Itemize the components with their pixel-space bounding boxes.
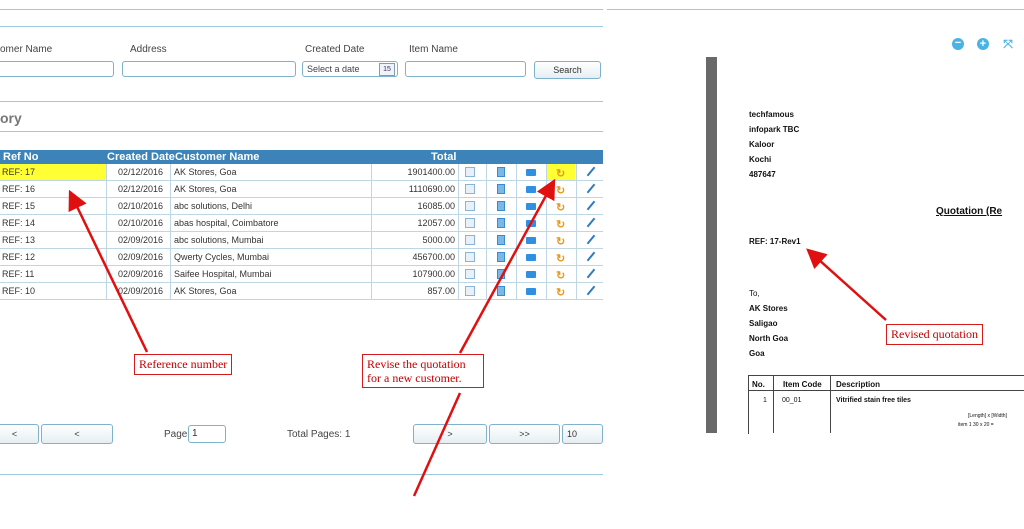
reference-number-note-text: Reference number: [139, 357, 228, 371]
item-dims-line1: [Length] x [Width]: [968, 413, 1007, 419]
item-no: 1: [763, 397, 767, 404]
zoom-out-icon[interactable]: −: [952, 38, 964, 50]
company-line: techfamous: [749, 110, 794, 119]
viewer-top-divider: [607, 9, 1024, 10]
items-col-sep2: [830, 375, 831, 433]
revised-quotation-note: Revised quotation: [886, 324, 983, 345]
company-line: 487647: [749, 170, 776, 179]
items-header-no: No.: [752, 380, 765, 389]
revise-arrow-top: [458, 178, 556, 354]
item-dims-line2: item 1 30 x 20 =: [958, 422, 994, 428]
items-header-line: [748, 390, 1024, 391]
items-header-desc: Description: [836, 380, 881, 389]
annotation-arrows: [68, 178, 556, 497]
doc-title: Quotation (Re: [936, 206, 1003, 217]
revise-quotation-note: Revise the quotation for a new customer.: [362, 354, 484, 388]
company-line: Kaloor: [749, 140, 775, 149]
item-desc: Vitrified stain free tiles: [836, 397, 911, 404]
zoom-in-icon[interactable]: +: [977, 38, 989, 50]
items-header-code: Item Code: [783, 380, 822, 389]
items-col-sep1: [773, 375, 774, 433]
company-line: Kochi: [749, 155, 772, 164]
revise-note-line2: for a new customer.: [367, 371, 462, 385]
reference-arrow: [68, 189, 149, 353]
reference-number-note: Reference number: [134, 354, 233, 375]
revised-quotation-note-text: Revised quotation: [891, 327, 978, 341]
revise-note-line1: Revise the quotation: [367, 357, 466, 371]
company-line: infopark TBC: [749, 125, 800, 134]
fit-page-icon[interactable]: ⤧: [1002, 38, 1014, 50]
item-code: 00_01: [782, 397, 802, 404]
recipient-line: Goa: [749, 349, 765, 358]
revise-arrow-bottom: [412, 392, 462, 497]
